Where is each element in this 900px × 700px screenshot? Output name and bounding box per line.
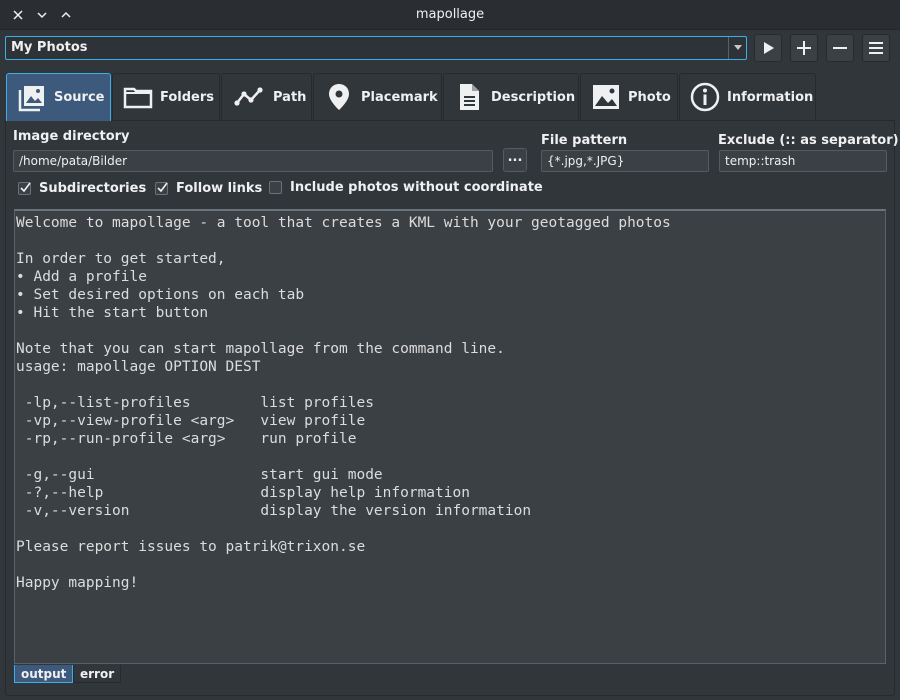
tab-folders-label: Folders bbox=[160, 89, 215, 105]
exclude-label: Exclude (:: as separator) bbox=[718, 133, 899, 148]
hamburger-icon bbox=[869, 42, 883, 54]
console-line: Note that you can start mapollage from t… bbox=[16, 341, 505, 357]
tab-photo-label: Photo bbox=[628, 89, 671, 105]
console-output[interactable]: Welcome to mapollage - a tool that creat… bbox=[14, 209, 886, 664]
tab-photo[interactable]: Photo bbox=[580, 73, 678, 120]
profile-select[interactable]: My Photos bbox=[5, 36, 747, 60]
path-icon bbox=[234, 87, 263, 106]
console-line: In order to get started, bbox=[16, 251, 226, 267]
tab-placemark[interactable]: Placemark bbox=[313, 73, 442, 120]
remove-profile-button[interactable] bbox=[826, 34, 854, 62]
console-line: • Hit the start button bbox=[16, 305, 209, 321]
add-profile-button[interactable] bbox=[790, 34, 818, 62]
tab-source-label: Source bbox=[54, 90, 105, 105]
tab-description[interactable]: Description bbox=[443, 73, 579, 120]
photo-icon bbox=[593, 85, 619, 109]
tab-information-label: Information bbox=[727, 89, 814, 105]
plus-icon bbox=[797, 41, 811, 55]
tab-information[interactable]: Information bbox=[679, 73, 816, 120]
tab-source[interactable]: Source bbox=[6, 73, 111, 121]
image-directory-input[interactable]: /home/pata/Bilder bbox=[13, 150, 493, 172]
include-no-coordinate-check-box[interactable] bbox=[269, 181, 282, 194]
file-pattern-input[interactable]: {*.jpg,*.JPG} bbox=[541, 150, 709, 172]
tab-error[interactable]: error bbox=[73, 665, 122, 683]
console-line: Welcome to mapollage - a tool that creat… bbox=[16, 215, 671, 231]
tab-path-label: Path bbox=[273, 89, 307, 105]
document-icon bbox=[460, 84, 479, 110]
console-line: -?,--help display help information bbox=[16, 485, 470, 501]
tab-output[interactable]: output bbox=[14, 665, 74, 683]
console-line: Please report issues to patrik@trixon.se bbox=[16, 539, 366, 555]
follow-links-label: Follow links bbox=[176, 181, 263, 196]
console-line: -v,--version display the version informa… bbox=[16, 503, 532, 519]
tab-folders[interactable]: Folders bbox=[112, 73, 220, 120]
info-icon bbox=[690, 82, 720, 112]
console-line: Happy mapping! bbox=[16, 575, 139, 591]
include-no-coordinate-checkbox[interactable]: Include photos without coordinate bbox=[269, 180, 543, 195]
console-line: • Add a profile bbox=[16, 269, 147, 285]
menu-button[interactable] bbox=[862, 34, 890, 62]
start-button[interactable] bbox=[754, 34, 782, 62]
checkmark-icon bbox=[157, 182, 168, 193]
browse-directory-button[interactable]: ... bbox=[503, 148, 527, 172]
console-line: -rp,--run-profile <arg> run profile bbox=[16, 431, 357, 447]
image-stack-icon bbox=[18, 85, 44, 111]
checkmark-icon bbox=[20, 182, 31, 193]
subdirectories-check-box[interactable] bbox=[18, 182, 31, 195]
follow-links-checkbox[interactable]: Follow links bbox=[155, 181, 262, 196]
chevron-down-icon[interactable] bbox=[728, 37, 746, 59]
folder-icon bbox=[123, 87, 153, 109]
title-bar: mapollage bbox=[0, 0, 900, 30]
tab-description-label: Description bbox=[491, 89, 576, 105]
subdirectories-label: Subdirectories bbox=[39, 181, 147, 196]
window-title: mapollage bbox=[415, 7, 485, 22]
play-icon bbox=[764, 42, 774, 54]
tab-path[interactable]: Path bbox=[221, 73, 312, 120]
subdirectories-checkbox[interactable]: Subdirectories bbox=[18, 181, 146, 196]
follow-links-check-box[interactable] bbox=[155, 182, 168, 195]
console-line: -g,--gui start gui mode bbox=[16, 467, 383, 483]
console-line: -vp,--view-profile <arg> view profile bbox=[16, 413, 366, 429]
image-directory-label: Image directory bbox=[13, 129, 130, 144]
file-pattern-label: File pattern bbox=[541, 133, 628, 148]
profile-select-value: My Photos bbox=[11, 40, 88, 55]
tab-placemark-label: Placemark bbox=[361, 89, 438, 105]
exclude-input[interactable]: temp::trash bbox=[719, 150, 887, 172]
console-line: • Set desired options on each tab bbox=[16, 287, 305, 303]
minus-icon bbox=[833, 47, 847, 49]
console-line: usage: mapollage OPTION DEST bbox=[16, 359, 261, 375]
console-line: -lp,--list-profiles list profiles bbox=[16, 395, 374, 411]
include-no-coordinate-label: Include photos without coordinate bbox=[290, 180, 543, 195]
placemark-icon bbox=[329, 84, 349, 110]
